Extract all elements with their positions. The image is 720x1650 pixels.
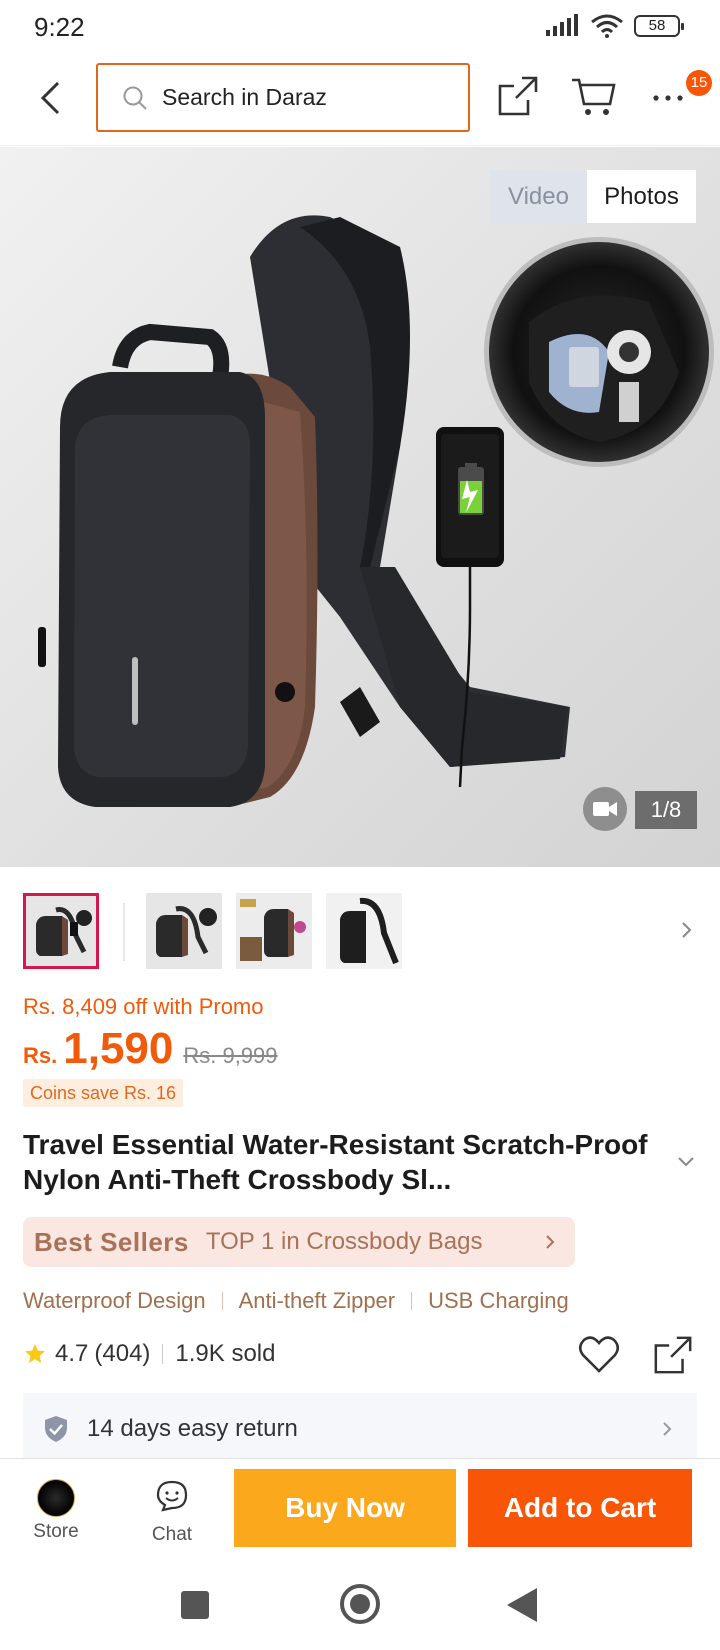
- search-input[interactable]: Search in Daraz: [96, 63, 470, 132]
- add-to-cart-button[interactable]: Add to Cart: [468, 1469, 692, 1547]
- coins-badge: Coins save Rs. 16: [23, 1079, 184, 1107]
- rating-row[interactable]: 4.7 (404) 1.9K sold: [23, 1340, 275, 1368]
- thumbnail-3[interactable]: [236, 893, 312, 969]
- store-label: Store: [33, 1521, 79, 1542]
- chevron-right-icon: [546, 1235, 555, 1249]
- rating-separator: [162, 1344, 164, 1364]
- chevron-down-icon[interactable]: [674, 1152, 698, 1172]
- recent-apps-icon[interactable]: [181, 1591, 209, 1619]
- video-camera-icon: [593, 802, 617, 816]
- promo-discount-text: Rs. 8,409 off with Promo: [23, 994, 264, 1019]
- sold-count: 1.9K sold: [175, 1340, 276, 1367]
- back-button[interactable]: [28, 76, 72, 120]
- buy-now-button[interactable]: Buy Now: [234, 1469, 456, 1547]
- cart-button[interactable]: [570, 74, 618, 118]
- feature-separator: [221, 1292, 223, 1310]
- cart-icon: [572, 78, 616, 115]
- best-seller-label: Best Sellers: [34, 1226, 189, 1257]
- image-counter: 1/8: [635, 791, 697, 829]
- tab-photos[interactable]: Photos: [587, 170, 696, 223]
- feature-tags: Waterproof Design Anti-theft Zipper USB …: [23, 1288, 569, 1314]
- bag-interior-image: [529, 295, 679, 442]
- battery-indicator: 58: [634, 15, 684, 37]
- feature-tag: Waterproof Design: [23, 1288, 206, 1313]
- thumbnail-image: [236, 893, 312, 969]
- search-icon: [123, 86, 147, 110]
- feature-tag: USB Charging: [428, 1288, 569, 1313]
- store-button[interactable]: Store: [24, 1479, 88, 1543]
- zoom-detail-image: [484, 237, 714, 467]
- shield-check-icon: [45, 1416, 67, 1442]
- chat-label: Chat: [151, 1524, 193, 1545]
- media-toggle: Video Photos: [490, 170, 696, 223]
- share-button[interactable]: [496, 74, 540, 118]
- search-placeholder: Search in Daraz: [162, 84, 327, 110]
- status-time: 9:22: [34, 12, 85, 42]
- thumbnail-4[interactable]: [326, 893, 402, 969]
- tab-video[interactable]: Video: [490, 170, 587, 223]
- best-seller-rank: TOP 1 in Crossbody Bags: [205, 1228, 483, 1255]
- feature-separator: [411, 1292, 413, 1310]
- thumbnail-2[interactable]: [146, 893, 222, 969]
- notification-badge: 15: [686, 70, 712, 96]
- bottom-action-bar: Store Chat Buy Now Add to Cart: [0, 1458, 720, 1563]
- thumbnail-image: [26, 896, 96, 966]
- top-header: Search in Daraz: [0, 56, 720, 146]
- share-icon: [498, 76, 538, 116]
- heart-icon: [578, 1336, 620, 1373]
- thumbnail-image: [326, 893, 402, 969]
- thumbnail-strip: [0, 893, 720, 973]
- signal-icon: [546, 14, 578, 36]
- rating-score: 4.7: [55, 1340, 89, 1367]
- best-seller-banner[interactable]: Best Sellers TOP 1 in Crossbody Bags: [23, 1217, 575, 1267]
- price-currency: Rs.: [23, 1043, 58, 1068]
- thumbnail-1[interactable]: [23, 893, 99, 969]
- home-icon[interactable]: [340, 1584, 380, 1624]
- feature-tag: Anti-theft Zipper: [238, 1288, 396, 1313]
- back-triangle-icon[interactable]: [507, 1588, 537, 1622]
- thumbnail-image: [146, 893, 222, 969]
- return-policy-text: 14 days easy return: [87, 1415, 298, 1442]
- status-icons: 58: [544, 14, 684, 38]
- product-title: Travel Essential Water-Resistant Scratch…: [23, 1129, 648, 1195]
- rating-count: (404): [94, 1340, 151, 1367]
- chevron-right-icon[interactable]: [672, 915, 702, 945]
- more-dots-icon: [653, 95, 683, 101]
- return-policy-row[interactable]: 14 days easy return: [23, 1393, 697, 1465]
- product-image-gallery[interactable]: Video Photos 1/8: [0, 147, 720, 867]
- share-icon: [654, 1336, 692, 1374]
- price-row: Rs. 1,590 Rs. 9,999: [23, 1024, 278, 1074]
- wishlist-button[interactable]: [578, 1335, 620, 1375]
- store-logo: [37, 1479, 75, 1517]
- chevron-right-icon: [663, 1422, 672, 1436]
- chat-button[interactable]: Chat: [140, 1479, 204, 1546]
- share-product-button[interactable]: [652, 1334, 694, 1376]
- status-bar: 9:22 58: [0, 0, 720, 56]
- thumbnail-divider: [123, 903, 125, 961]
- play-video-button[interactable]: [583, 787, 627, 831]
- price-amount: 1,590: [63, 1024, 174, 1073]
- chat-bubble-icon: [156, 1480, 188, 1512]
- star-icon: [25, 1344, 45, 1363]
- original-price: Rs. 9,999: [183, 1043, 278, 1068]
- back-arrow-icon: [40, 81, 60, 115]
- system-navigation-bar: [0, 1563, 720, 1650]
- wifi-icon: [591, 14, 623, 38]
